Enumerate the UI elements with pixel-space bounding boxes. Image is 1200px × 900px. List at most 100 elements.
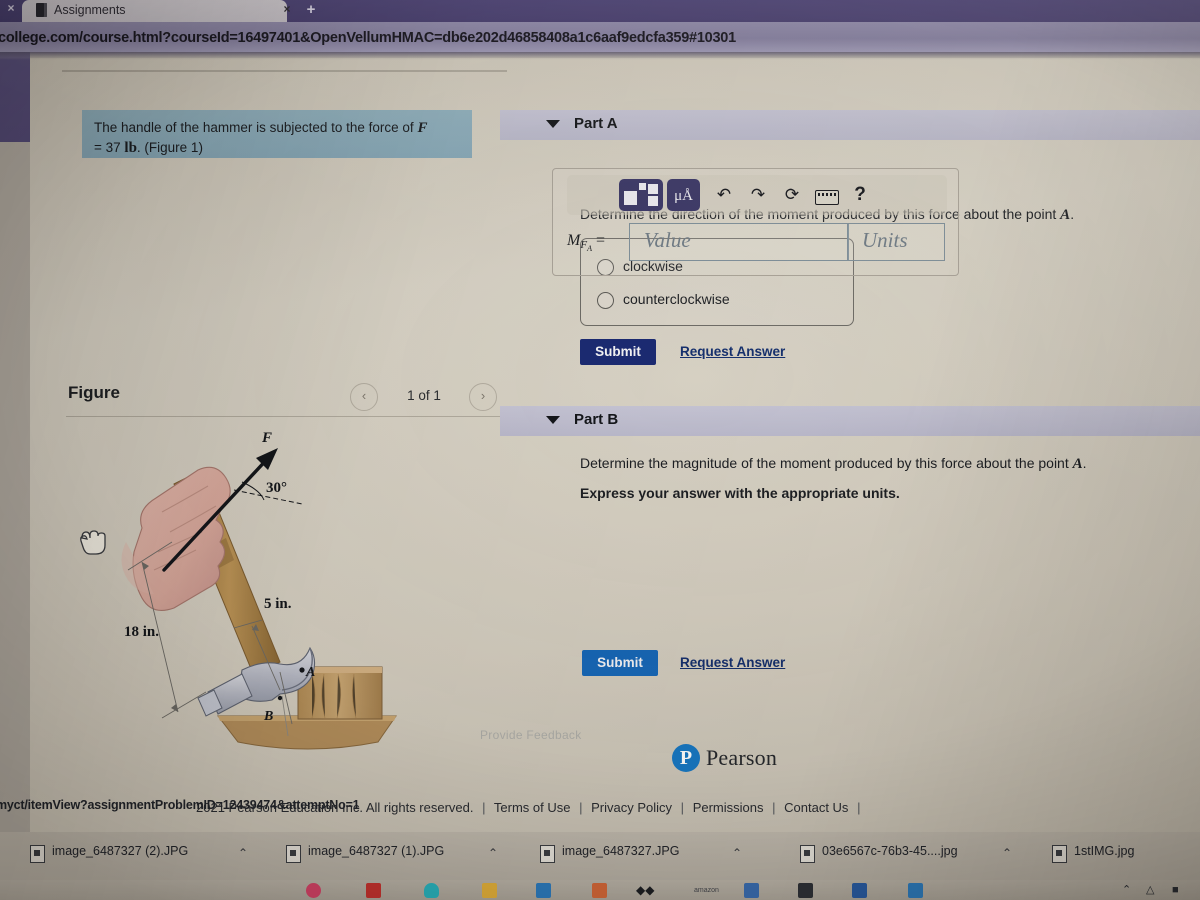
undo-icon[interactable]: ↶: [711, 183, 737, 207]
footer-sep-5: |: [857, 800, 861, 815]
download-filename: image_6487327 (1).JPG: [308, 844, 445, 858]
download-menu-caret-icon[interactable]: ⌃: [1000, 846, 1014, 860]
taskbar-icon-7[interactable]: ◆◆: [636, 883, 662, 898]
terms-of-use-link[interactable]: Terms of Use: [494, 800, 571, 815]
tab-close-icon[interactable]: ×: [280, 2, 294, 17]
part-b-instruction: Express your answer with the appropriate…: [580, 485, 900, 501]
value-input[interactable]: Value: [629, 223, 849, 261]
download-menu-caret-icon[interactable]: ⌃: [486, 846, 500, 860]
file-icon: [540, 845, 555, 863]
provide-feedback-link[interactable]: Provide Feedback: [480, 728, 582, 742]
taskbar-icon-8[interactable]: [744, 883, 759, 898]
download-filename: 1stIMG.jpg: [1074, 844, 1135, 858]
browser-status-url: myct/itemView?assignmentProblemID=124394…: [0, 798, 360, 812]
previous-tab-close-icon[interactable]: ×: [4, 1, 18, 15]
figure-divider: [66, 416, 506, 417]
footer-sep-2: |: [579, 800, 583, 815]
radio-counterclockwise-icon[interactable]: [597, 292, 614, 309]
taskbar-icon-5[interactable]: [536, 883, 551, 898]
figure-label-angle: 30°: [266, 480, 287, 496]
page-canvas: The handle of the hammer is subjected to…: [30, 58, 1200, 833]
part-b-question: Determine the magnitude of the moment pr…: [580, 455, 1087, 473]
browser-tab-assignments[interactable]: Assignments ×: [22, 0, 291, 22]
part-b-submit-button[interactable]: Submit: [582, 650, 658, 676]
taskbar-icon-2[interactable]: [366, 883, 381, 898]
taskbar-icon-amazon[interactable]: amazon: [694, 883, 728, 898]
pearson-wordmark: Pearson: [706, 745, 778, 770]
taskbar-icon-word[interactable]: [852, 883, 867, 898]
taskbar-icon-3[interactable]: [424, 883, 439, 898]
tray-cloud-icon[interactable]: △: [1146, 883, 1154, 898]
answer-variable-label: MFA =: [567, 225, 629, 257]
taskbar-icon-4[interactable]: [482, 883, 497, 898]
footer-sep-3: |: [680, 800, 685, 815]
address-bar-url[interactable]: college.com/course.html?courseId=1649740…: [0, 28, 1008, 48]
part-b-request-answer-link[interactable]: Request Answer: [680, 655, 785, 670]
download-filename: image_6487327 (2).JPG: [52, 844, 189, 858]
download-filename: 03e6567c-76b3-45....jpg: [822, 844, 958, 858]
taskbar-icon-6[interactable]: [592, 883, 607, 898]
taskbar-icon-10[interactable]: [908, 883, 923, 898]
help-icon[interactable]: ?: [847, 183, 873, 207]
tray-expand-icon[interactable]: ⌃: [1122, 883, 1131, 898]
units-placeholder: Units: [862, 228, 908, 252]
chrome-shadow: [0, 52, 1200, 60]
footer-sep-1: |: [482, 800, 486, 815]
figure-label-dim-short: 5 in.: [264, 596, 292, 612]
download-item[interactable]: image_6487327 (2).JPG ⌃: [30, 838, 260, 872]
file-icon: [1052, 845, 1067, 863]
part-a-title: Part A: [574, 115, 618, 132]
footer-sep-4: |: [772, 800, 776, 815]
download-item[interactable]: 03e6567c-76b3-45....jpg ⌃: [800, 838, 1025, 872]
download-bar: image_6487327 (2).JPG ⌃ image_6487327 (1…: [0, 832, 1200, 880]
problem-equals: = 37: [94, 140, 125, 155]
top-divider: [62, 70, 507, 72]
taskbar-icon-9[interactable]: [798, 883, 813, 898]
privacy-policy-link[interactable]: Privacy Policy: [591, 800, 672, 815]
reset-icon[interactable]: ⟳: [779, 183, 805, 207]
desktop-left-gutter: [0, 52, 30, 142]
tray-box-icon[interactable]: ■: [1172, 883, 1179, 898]
part-b-title: Part B: [574, 411, 619, 428]
download-menu-caret-icon[interactable]: ⌃: [236, 846, 250, 860]
permissions-link[interactable]: Permissions: [693, 800, 764, 815]
part-a-question-period: .: [1070, 206, 1075, 222]
problem-text-before: The handle of the hammer is subjected to…: [94, 120, 418, 135]
contact-us-link[interactable]: Contact Us: [784, 800, 848, 815]
part-a-header[interactable]: Part A: [500, 110, 1200, 140]
part-a-submit-button[interactable]: Submit: [580, 339, 656, 365]
answer-label-subsub: A: [587, 244, 592, 253]
value-placeholder: Value: [644, 228, 691, 252]
file-icon: [30, 845, 45, 863]
figure-label-point-a: A: [305, 665, 315, 680]
units-insert-label: μÅ: [674, 188, 693, 204]
part-b-header[interactable]: Part B: [500, 406, 1200, 436]
units-input[interactable]: Units: [847, 223, 945, 261]
download-menu-caret-icon[interactable]: ⌃: [730, 846, 744, 860]
taskbar-icon-1[interactable]: [306, 883, 321, 898]
tab-favicon-icon: [36, 3, 47, 17]
answer-label-m: M: [567, 232, 581, 249]
download-item[interactable]: image_6487327.JPG ⌃: [540, 838, 755, 872]
keyboard-icon[interactable]: [815, 190, 839, 205]
system-tray: ⌃ △ ■: [1122, 883, 1192, 898]
part-b-question-text: Determine the magnitude of the moment pr…: [580, 455, 1073, 471]
template-icon[interactable]: [619, 179, 663, 211]
part-a-request-answer-link[interactable]: Request Answer: [680, 344, 785, 359]
part-b-collapse-caret-icon[interactable]: [546, 416, 560, 424]
figure-prev-button[interactable]: ‹: [350, 383, 378, 411]
new-tab-button[interactable]: +: [293, 0, 329, 22]
download-item[interactable]: 1stIMG.jpg: [1052, 838, 1192, 872]
redo-icon[interactable]: ↷: [745, 183, 771, 207]
part-a-collapse-caret-icon[interactable]: [546, 120, 560, 128]
figure-reference: . (Figure 1): [136, 140, 203, 155]
browser-tab-strip: × Assignments × +: [0, 0, 1200, 22]
figure-next-button[interactable]: ›: [469, 383, 497, 411]
figure-title: Figure: [68, 383, 120, 402]
units-insert-icon[interactable]: μÅ: [667, 179, 700, 211]
part-b-question-point: A: [1072, 456, 1083, 472]
figure-image-hammer[interactable]: F 30° 5 in. 18 in. A B: [66, 424, 510, 764]
file-icon: [800, 845, 815, 863]
file-icon: [286, 845, 301, 863]
download-item[interactable]: image_6487327 (1).JPG ⌃: [286, 838, 511, 872]
